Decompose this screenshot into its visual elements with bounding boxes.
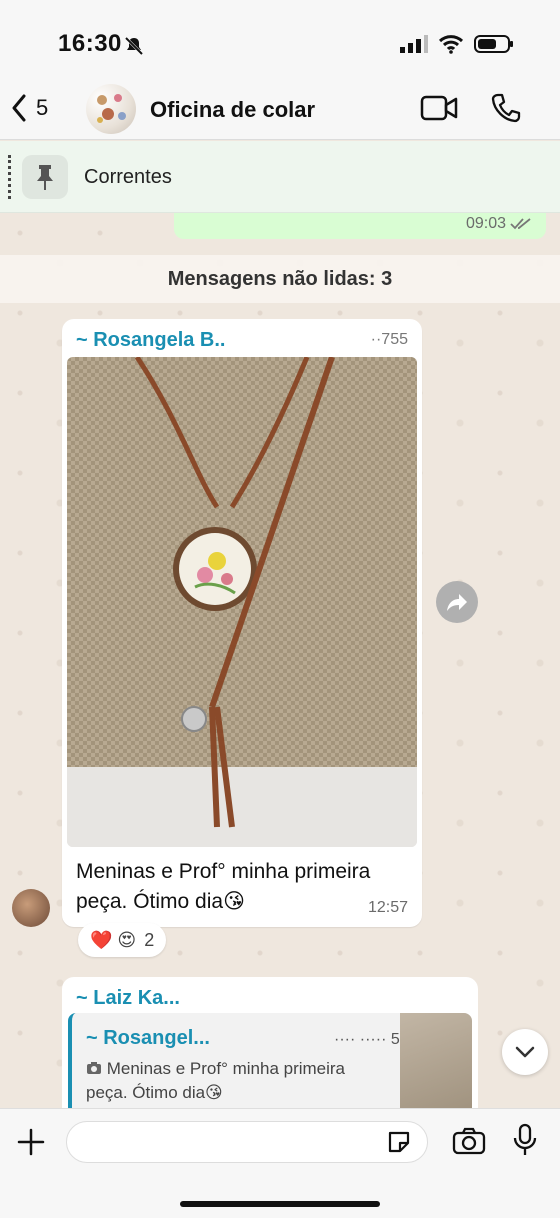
signal-icon bbox=[400, 35, 428, 53]
camera-icon bbox=[452, 1127, 486, 1155]
chat-title[interactable]: Oficina de colar bbox=[150, 97, 315, 123]
pin-icon bbox=[37, 165, 53, 190]
sticker-icon bbox=[388, 1131, 410, 1153]
scroll-down-button[interactable] bbox=[502, 1029, 548, 1075]
pinned-message-bar[interactable]: Correntes bbox=[0, 141, 560, 213]
pin-indicator bbox=[8, 155, 11, 199]
sender-avatar[interactable] bbox=[12, 889, 50, 927]
reactions-pill[interactable]: ❤️ 😍 2 bbox=[78, 923, 167, 957]
reaction-count: 2 bbox=[144, 929, 155, 950]
unread-count: 5 bbox=[36, 95, 49, 120]
microphone-icon bbox=[513, 1123, 537, 1155]
message-caption: Meninas e Prof° minha primeira peça. Óti… bbox=[76, 860, 371, 913]
sender-name[interactable]: ~ Laiz Ka... bbox=[76, 987, 180, 1010]
battery-icon bbox=[474, 35, 513, 53]
quote-sender: ~ Rosangel... bbox=[86, 1027, 210, 1049]
attach-button[interactable] bbox=[16, 1127, 46, 1162]
pin-icon-box bbox=[22, 155, 68, 199]
sender-phone: ··755 bbox=[370, 331, 408, 348]
plus-icon bbox=[17, 1128, 45, 1156]
message-time: 09:03 bbox=[465, 215, 506, 232]
unread-banner: Mensagens não lidas: 3 bbox=[0, 255, 560, 303]
sender-name[interactable]: ~ Rosangela B.. bbox=[76, 329, 226, 352]
phone-icon bbox=[491, 93, 521, 123]
reaction-emojis: ❤️ 😍 bbox=[90, 929, 137, 950]
quote-text: Meninas e Prof° minha primeira peça. Óti… bbox=[86, 1057, 386, 1105]
chevron-down-icon bbox=[515, 1046, 535, 1058]
quote-thumbnail bbox=[400, 1013, 472, 1108]
chevron-left-icon bbox=[12, 94, 26, 122]
camera-small-icon bbox=[87, 1062, 101, 1074]
chat-area[interactable]: 09:03 Mensagens não lidas: 3 ~ Rosangela… bbox=[0, 213, 560, 1108]
status-time: 16:30 bbox=[58, 30, 122, 57]
share-arrow-icon bbox=[447, 594, 467, 611]
video-call-button[interactable] bbox=[420, 94, 458, 127]
wifi-icon bbox=[438, 35, 464, 54]
chat-header: 5 Oficina de colar bbox=[0, 80, 560, 140]
microphone-button[interactable] bbox=[512, 1123, 538, 1162]
outgoing-message[interactable]: 09:03 bbox=[174, 213, 546, 239]
video-camera-icon bbox=[420, 95, 458, 121]
status-bar: 16:30 bbox=[0, 0, 560, 80]
quoted-message[interactable]: ~ Rosangel... ···· ····· 5755 Meninas e … bbox=[68, 1013, 472, 1108]
necklace-photo bbox=[67, 357, 417, 847]
forward-button[interactable] bbox=[436, 581, 478, 623]
back-button[interactable]: 5 bbox=[10, 94, 48, 122]
home-indicator[interactable] bbox=[180, 1201, 380, 1207]
compose-bar bbox=[0, 1108, 560, 1218]
sticker-button[interactable] bbox=[386, 1129, 412, 1160]
group-avatar[interactable] bbox=[86, 84, 136, 134]
quote-caption: Meninas e Prof° minha primeira peça. Óti… bbox=[86, 1059, 346, 1102]
incoming-reply-message[interactable]: ~ Laiz Ka... ~ Rosangel... ···· ····· 57… bbox=[62, 977, 478, 1108]
message-time: 12:57 bbox=[367, 899, 408, 916]
mute-bell-icon bbox=[124, 36, 144, 56]
pinned-label: Correntes bbox=[84, 166, 172, 188]
message-photo[interactable] bbox=[67, 357, 417, 847]
camera-button[interactable] bbox=[452, 1127, 486, 1160]
necklace-photo-icon bbox=[97, 94, 126, 123]
double-check-icon bbox=[510, 218, 531, 230]
incoming-image-message[interactable]: ~ Rosangela B.. ··755 Meninas e Prof° mi… bbox=[62, 319, 422, 927]
message-input[interactable] bbox=[66, 1121, 428, 1163]
voice-call-button[interactable] bbox=[490, 92, 522, 129]
